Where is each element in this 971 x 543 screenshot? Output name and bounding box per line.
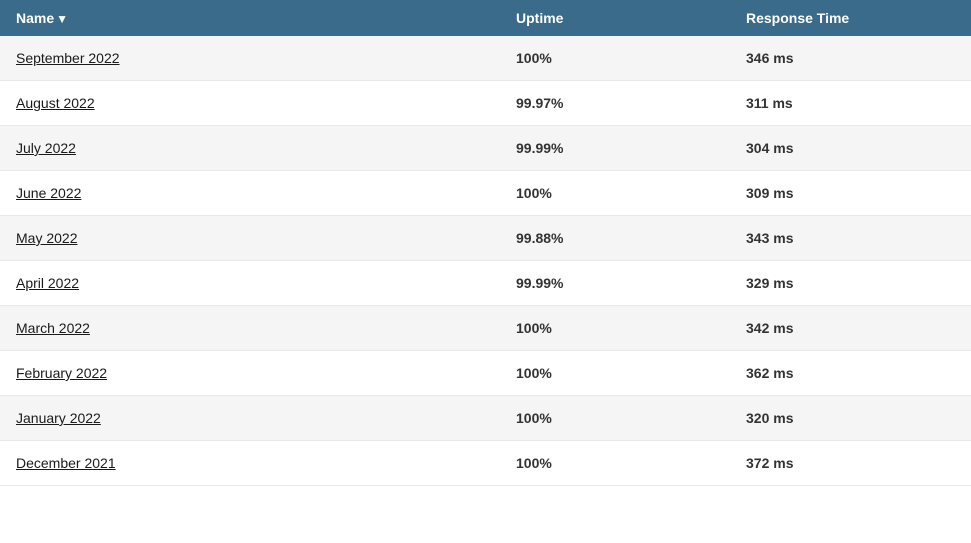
row-name-cell: February 2022 [16,365,516,381]
row-name-link[interactable]: September 2022 [16,50,120,66]
row-uptime-cell: 99.88% [516,230,746,246]
row-name-link[interactable]: March 2022 [16,320,90,336]
row-name-link[interactable]: December 2021 [16,455,116,471]
row-response-cell: 320 ms [746,410,955,426]
table-row: June 2022 100% 309 ms [0,171,971,216]
row-response-cell: 372 ms [746,455,955,471]
row-name-cell: June 2022 [16,185,516,201]
row-response-cell: 304 ms [746,140,955,156]
row-uptime-cell: 99.99% [516,140,746,156]
table-row: March 2022 100% 342 ms [0,306,971,351]
row-name-link[interactable]: June 2022 [16,185,81,201]
table-row: August 2022 99.97% 311 ms [0,81,971,126]
row-response-cell: 362 ms [746,365,955,381]
name-header-label: Name [16,10,54,26]
row-name-cell: August 2022 [16,95,516,111]
table-body: September 2022 100% 346 ms August 2022 9… [0,36,971,486]
row-name-link[interactable]: August 2022 [16,95,95,111]
row-name-cell: January 2022 [16,410,516,426]
row-uptime-cell: 100% [516,50,746,66]
row-name-link[interactable]: April 2022 [16,275,79,291]
row-response-cell: 343 ms [746,230,955,246]
row-name-link[interactable]: February 2022 [16,365,107,381]
row-uptime-cell: 100% [516,365,746,381]
table-row: December 2021 100% 372 ms [0,441,971,486]
row-name-link[interactable]: July 2022 [16,140,76,156]
table-row: April 2022 99.99% 329 ms [0,261,971,306]
response-column-header: Response Time [746,10,955,26]
uptime-column-header: Uptime [516,10,746,26]
table-row: September 2022 100% 346 ms [0,36,971,81]
row-name-link[interactable]: May 2022 [16,230,77,246]
row-name-link[interactable]: January 2022 [16,410,101,426]
row-uptime-cell: 99.99% [516,275,746,291]
table-header: Name▼ Uptime Response Time [0,0,971,36]
table-row: February 2022 100% 362 ms [0,351,971,396]
row-name-cell: July 2022 [16,140,516,156]
sort-arrow-icon: ▼ [56,12,68,26]
row-response-cell: 309 ms [746,185,955,201]
table-row: January 2022 100% 320 ms [0,396,971,441]
row-response-cell: 342 ms [746,320,955,336]
uptime-table: Name▼ Uptime Response Time September 202… [0,0,971,486]
row-uptime-cell: 100% [516,185,746,201]
table-row: May 2022 99.88% 343 ms [0,216,971,261]
response-header-label: Response Time [746,10,849,26]
uptime-header-label: Uptime [516,10,563,26]
row-uptime-cell: 100% [516,410,746,426]
row-uptime-cell: 100% [516,320,746,336]
table-row: July 2022 99.99% 304 ms [0,126,971,171]
row-name-cell: March 2022 [16,320,516,336]
row-response-cell: 346 ms [746,50,955,66]
row-response-cell: 329 ms [746,275,955,291]
row-uptime-cell: 100% [516,455,746,471]
row-name-cell: December 2021 [16,455,516,471]
name-column-header[interactable]: Name▼ [16,10,516,26]
row-uptime-cell: 99.97% [516,95,746,111]
row-name-cell: September 2022 [16,50,516,66]
row-response-cell: 311 ms [746,95,955,111]
row-name-cell: May 2022 [16,230,516,246]
row-name-cell: April 2022 [16,275,516,291]
